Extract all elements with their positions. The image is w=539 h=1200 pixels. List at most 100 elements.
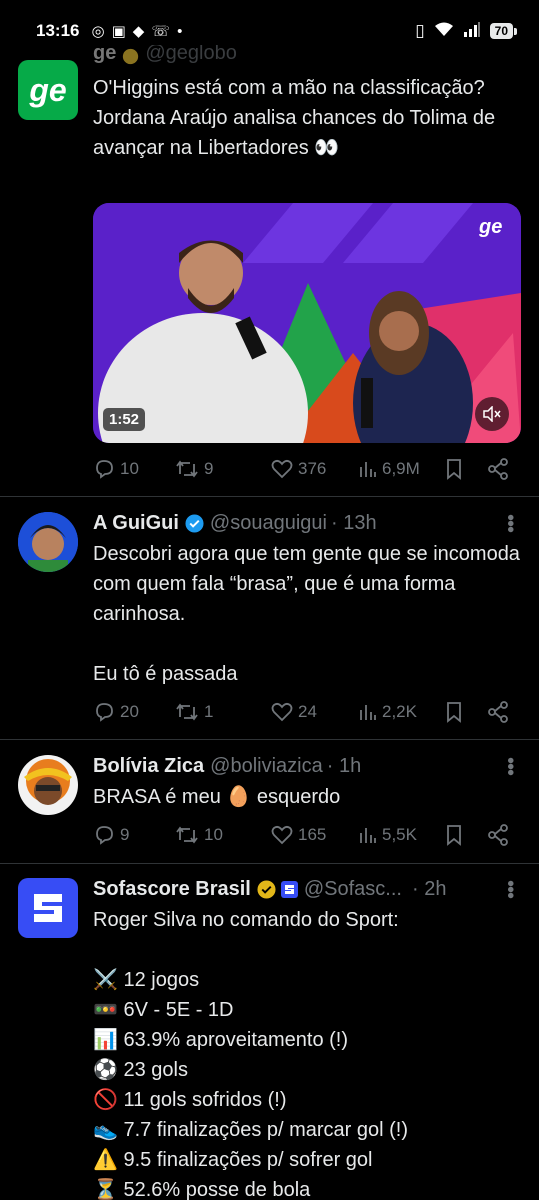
bookmark-icon [447, 702, 461, 723]
author-handle[interactable]: @geglobo [145, 45, 236, 65]
like-button[interactable]: 24 [271, 702, 359, 722]
tweet-text: O'Higgins está com a mão na classificaçã… [93, 77, 501, 159]
like-count: 24 [298, 702, 317, 721]
analytics-icon [360, 705, 376, 720]
affiliate-badge-icon [280, 880, 298, 898]
verified-gold-icon [257, 879, 276, 899]
like-count: 376 [298, 459, 327, 478]
share-icon [488, 458, 508, 480]
bookmark-icon [447, 825, 461, 846]
reply-icon [96, 703, 113, 722]
instagram-icon: ▣ [111, 23, 126, 40]
repost-count: 10 [204, 825, 223, 844]
author-name[interactable]: A GuiGui [93, 512, 179, 535]
tweet-time[interactable]: · 13h [331, 512, 377, 535]
verified-gold-icon [122, 48, 139, 65]
more-options-button[interactable]: ••• [498, 880, 521, 898]
share-icon [488, 701, 508, 723]
tweet-text: BRASA é meu 🥚 esquerdo [93, 786, 341, 808]
reply-icon [96, 460, 113, 479]
views-button[interactable]: 2,2K [359, 702, 445, 722]
tweet-ge[interactable]: ge ge @geglobo O'Higgins está com a mão … [0, 40, 539, 497]
tweet-text: Roger Silva no comando do Sport: ⚔️ 12 j… [93, 909, 409, 1200]
tweet-text: Descobri agora que tem gente que se inco… [93, 543, 520, 685]
heart-icon [271, 459, 293, 479]
author-name[interactable]: ge [93, 45, 116, 65]
more-options-button[interactable]: ••• [498, 757, 521, 775]
repost-icon [176, 460, 198, 478]
video-thumbnail: ge [93, 203, 521, 443]
avatar-ge[interactable]: ge [18, 60, 78, 120]
avatar-boliviazica[interactable] [18, 755, 78, 815]
like-button[interactable]: 376 [271, 459, 359, 479]
repost-icon [176, 703, 198, 721]
reply-count: 9 [120, 825, 130, 844]
share-button[interactable] [487, 824, 509, 846]
reply-count: 10 [120, 459, 139, 478]
author-name[interactable]: Sofascore Brasil [93, 878, 251, 901]
repost-button[interactable]: 9 [175, 459, 271, 479]
video-duration: 1:52 [103, 408, 146, 431]
video-player[interactable]: ge 1:52 [93, 203, 521, 443]
share-button[interactable] [487, 701, 509, 723]
sofascore-logo-icon [34, 894, 62, 922]
whatsapp-icon: ◎ [91, 23, 105, 40]
repost-button[interactable]: 10 [175, 825, 271, 845]
like-button[interactable]: 165 [271, 825, 359, 845]
svg-text:ge: ge [478, 216, 502, 238]
tweet-guigui[interactable]: A GuiGui @souaguigui · 13h ••• Descobri … [0, 497, 539, 740]
share-button[interactable] [487, 458, 509, 480]
analytics-icon [360, 828, 376, 843]
tweet-actions: 9 10 165 5,5K [93, 822, 521, 848]
clock: 13:16 [36, 21, 80, 40]
heart-icon [271, 825, 293, 845]
author-handle[interactable]: @Sofasc... [304, 878, 402, 901]
author-handle[interactable]: @souaguigui [210, 512, 327, 535]
notification-icons: ◎ ▣ ◆ ☏ • [91, 22, 183, 41]
repost-count: 1 [204, 702, 214, 721]
repost-button[interactable]: 1 [175, 702, 271, 722]
reply-button[interactable]: 10 [93, 459, 175, 479]
wifi-icon [434, 21, 454, 42]
chat-icon: ◆ [132, 23, 145, 40]
repost-count: 9 [204, 459, 214, 478]
author-name[interactable]: Bolívia Zica [93, 755, 204, 778]
avatar-photo [18, 755, 78, 815]
dot-icon: • [177, 22, 183, 40]
view-count: 5,5K [382, 825, 417, 844]
tweet-actions: 20 1 24 2,2K [93, 699, 521, 725]
reply-icon [96, 826, 113, 845]
reply-count: 20 [120, 702, 139, 721]
author-handle[interactable]: @boliviazica [210, 755, 323, 778]
avatar-photo [18, 512, 78, 572]
vibrate-icon: ▯ [415, 21, 425, 40]
tweet-boliviazica[interactable]: Bolívia Zica @boliviazica · 1h ••• BRASA… [0, 740, 539, 864]
view-count: 2,2K [382, 702, 417, 721]
view-count: 6,9M [382, 459, 420, 478]
missed-call-icon: ☏ [151, 23, 171, 40]
like-count: 165 [298, 825, 327, 844]
tweet-time[interactable]: · 2h [412, 878, 446, 901]
analytics-icon [360, 462, 376, 477]
more-options-button[interactable]: ••• [498, 514, 521, 532]
reply-button[interactable]: 9 [93, 825, 175, 845]
repost-icon [176, 826, 198, 844]
avatar-guigui[interactable] [18, 512, 78, 572]
bookmark-button[interactable] [445, 701, 487, 723]
tweet-actions: 10 9 376 6,9M [93, 456, 521, 482]
views-button[interactable]: 6,9M [359, 459, 445, 479]
verified-blue-icon [185, 513, 204, 533]
signal-icon [463, 21, 481, 42]
share-icon [488, 824, 508, 846]
tweet-time[interactable]: · 1h [327, 755, 361, 778]
reply-button[interactable]: 20 [93, 702, 175, 722]
speaker-muted-icon [483, 406, 501, 422]
views-button[interactable]: 5,5K [359, 825, 445, 845]
bookmark-button[interactable] [445, 824, 487, 846]
bookmark-button[interactable] [445, 458, 487, 480]
bookmark-icon [447, 459, 461, 480]
avatar-sofascore[interactable] [18, 878, 78, 938]
battery-icon: 70 [489, 23, 518, 39]
mute-button[interactable] [475, 397, 509, 431]
tweet-sofascore[interactable]: Sofascore Brasil @Sofasc... · 2h ••• Rog… [0, 864, 539, 1200]
